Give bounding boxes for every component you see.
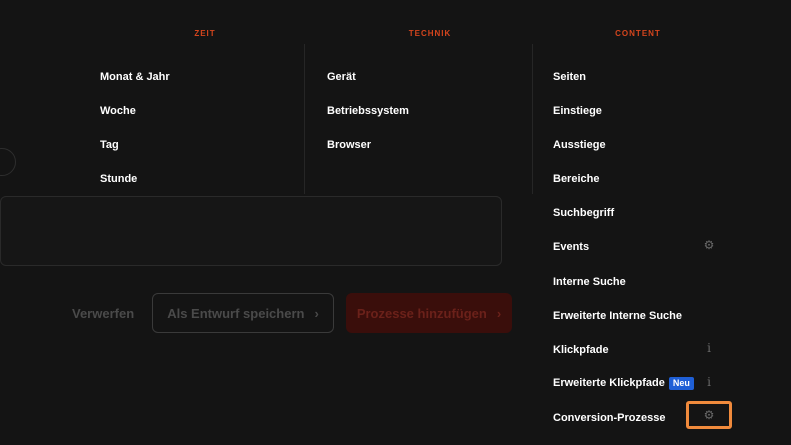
menu-item-browser[interactable]: Browser <box>327 138 371 152</box>
column-header-zeit: ZEIT <box>194 29 216 38</box>
chevron-right-icon: › <box>496 305 502 321</box>
save-draft-label: Als Entwurf speichern <box>167 305 305 321</box>
add-processes-label: Prozesse hinzufügen <box>356 305 487 321</box>
menu-item-seiten[interactable]: Seiten <box>553 70 586 84</box>
menu-item-erweiterte-klickpfade[interactable]: Erweiterte Klickpfade Neu <box>553 376 694 390</box>
menu-item-tag[interactable]: Tag <box>100 138 119 152</box>
menu-item-geraet[interactable]: Gerät <box>327 70 356 84</box>
info-icon[interactable]: i <box>702 375 716 389</box>
menu-item-einstiege[interactable]: Einstiege <box>553 104 602 118</box>
menu-item-ausstiege[interactable]: Ausstiege <box>553 138 606 152</box>
column-divider <box>304 44 305 194</box>
menu-item-erweiterte-interne-suche[interactable]: Erweiterte Interne Suche <box>553 309 682 323</box>
menu-item-conversion-prozesse[interactable]: Conversion-Prozesse <box>553 411 665 425</box>
gear-icon[interactable]: ⚙ <box>702 408 716 422</box>
menu-item-klickpfade[interactable]: Klickpfade <box>553 343 609 357</box>
discard-button: Verwerfen <box>72 306 135 321</box>
add-processes-button: Prozesse hinzufügen › <box>346 293 512 333</box>
menu-item-label: Erweiterte Klickpfade <box>553 377 665 389</box>
menu-item-bereiche[interactable]: Bereiche <box>553 172 599 186</box>
chevron-right-icon: › <box>314 305 319 321</box>
column-header-content: CONTENT <box>615 29 661 38</box>
info-icon[interactable]: i <box>702 341 716 355</box>
gear-icon[interactable]: ⚙ <box>702 238 716 252</box>
menu-item-stunde[interactable]: Stunde <box>100 172 137 186</box>
column-header-technik: TECHNIK <box>408 29 452 38</box>
save-draft-button: Als Entwurf speichern › <box>152 293 334 333</box>
menu-item-interne-suche[interactable]: Interne Suche <box>553 275 626 289</box>
menu-item-monat-jahr[interactable]: Monat & Jahr <box>100 70 170 84</box>
background-circle-button <box>0 148 16 176</box>
menu-item-betriebssystem[interactable]: Betriebssystem <box>327 104 409 118</box>
menu-item-events[interactable]: Events <box>553 240 589 254</box>
column-divider <box>532 44 533 194</box>
menu-item-woche[interactable]: Woche <box>100 104 136 118</box>
new-badge: Neu <box>668 377 694 390</box>
menu-item-suchbegriff[interactable]: Suchbegriff <box>553 206 614 220</box>
background-card <box>0 196 502 266</box>
